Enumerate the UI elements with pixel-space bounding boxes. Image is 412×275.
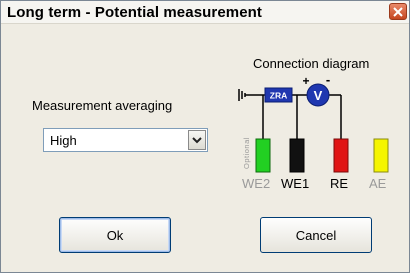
electrode-re: [333, 138, 349, 173]
electrode-ae: [373, 138, 389, 173]
minus-sign: -: [326, 73, 330, 87]
cancel-button[interactable]: Cancel: [260, 217, 372, 253]
dialog-window: Long term - Potential measurement Measur…: [0, 0, 410, 273]
window-title: Long term - Potential measurement: [7, 4, 263, 21]
connection-diagram: ZRA V + - Optional: [238, 73, 389, 173]
dropdown-button[interactable]: [188, 130, 206, 150]
ground-icon: [238, 89, 263, 101]
title-bar[interactable]: Long term - Potential measurement: [1, 1, 409, 24]
chevron-down-icon: [192, 137, 202, 144]
averaging-label: Measurement averaging: [32, 98, 173, 113]
electrode-label-we2: WE2: [242, 176, 271, 191]
electrode-we1: [289, 138, 305, 173]
plus-sign: +: [302, 74, 309, 88]
electrode-we2: [255, 138, 271, 173]
electrode-label-ae: AE: [369, 176, 387, 191]
diagram-title: Connection diagram: [253, 56, 370, 71]
averaging-select[interactable]: High: [43, 128, 208, 152]
electrode-label-re: RE: [330, 176, 349, 191]
ok-button[interactable]: Ok: [59, 217, 171, 253]
optional-label: Optional: [242, 137, 251, 169]
zra-label: ZRA: [270, 91, 287, 101]
averaging-select-value: High: [50, 133, 77, 148]
close-icon: [393, 6, 403, 17]
voltmeter-symbol: V: [314, 88, 323, 103]
electrode-label-we1: WE1: [281, 176, 310, 191]
close-button[interactable]: [389, 3, 407, 20]
